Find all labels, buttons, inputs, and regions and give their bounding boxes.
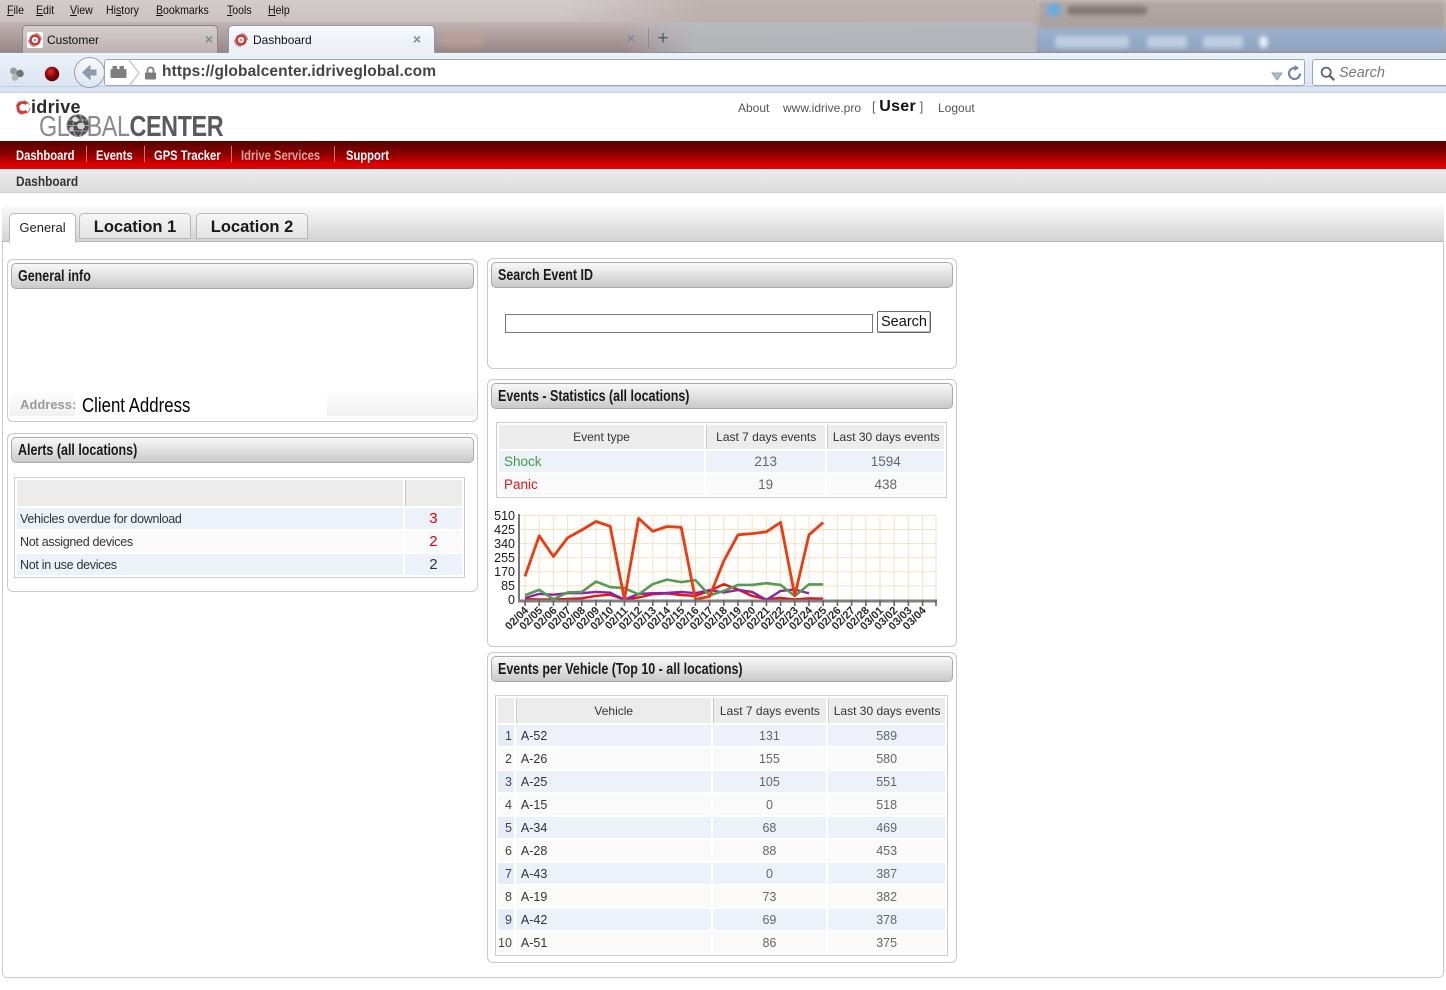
svg-text:510: 510	[494, 509, 515, 523]
svg-text:0: 0	[508, 593, 515, 607]
svg-text:85: 85	[501, 579, 515, 593]
svg-text:170: 170	[494, 565, 515, 579]
svg-text:255: 255	[494, 551, 515, 565]
svg-text:425: 425	[494, 523, 515, 537]
svg-text:340: 340	[494, 537, 515, 551]
